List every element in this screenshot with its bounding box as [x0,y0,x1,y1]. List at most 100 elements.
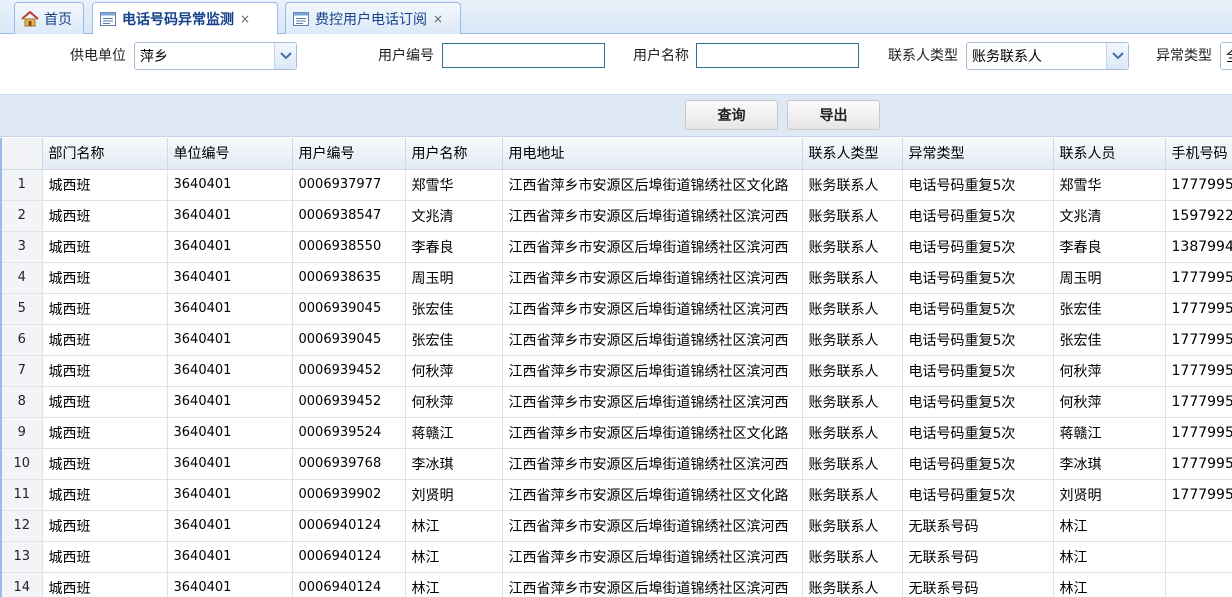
user-no-cell: 0006939045 [292,293,406,325]
form-icon [99,11,117,27]
row-number: 12 [2,510,43,542]
unit-no-cell: 3640401 [167,448,293,480]
unit-no-cell: 3640401 [167,200,293,232]
result-table: 部门名称 单位编号 用户编号 用户名称 用电地址 联系人类型 异常类型 联系人员… [2,138,1232,597]
result-grid: 部门名称 单位编号 用户编号 用户名称 用电地址 联系人类型 异常类型 联系人员… [0,138,1232,597]
user-no-label: 用户编号 [378,48,434,64]
row-number-header [2,138,43,170]
column-header[interactable]: 用户编号 [292,138,406,170]
tab-bar: 首页 电话号码异常监测 × 费控用户电话订阅 × [0,0,1232,35]
abnormal-type-cell: 电话号码重复5次 [902,448,1054,480]
table-row[interactable]: 7 城西班 3640401 0006939452 何秋萍 江西省萍乡市安源区后埠街道锦绣社… [2,355,1232,387]
abnormal-type-select[interactable]: 全 [1220,42,1232,70]
user-name-label: 用户名称 [633,48,689,64]
address-cell: 江西省萍乡市安源区后埠街道锦绣社区滨河西 [502,231,803,263]
column-header[interactable]: 联系人类型 [802,138,903,170]
user-no-cell: 0006940124 [292,541,406,573]
dept-name-cell: 城西班 [42,510,168,542]
dept-name-cell: 城西班 [42,572,168,597]
user-no-cell: 0006939902 [292,479,406,511]
contact-person-cell: 张宏佳 [1053,324,1166,356]
mobile-cell: 17779959 [1165,479,1232,511]
mobile-cell: 17779959 [1165,417,1232,449]
contact-type-cell: 账务联系人 [802,324,903,356]
table-row[interactable]: 14 城西班 3640401 0006940124 林江 江西省萍乡市安源区后埠街道锦绣社… [2,572,1232,597]
table-row[interactable]: 11 城西班 3640401 0006939902 刘贤明 江西省萍乡市安源区后埠街道锦绣… [2,479,1232,511]
mobile-cell: 17779959 [1165,355,1232,387]
table-row[interactable]: 1 城西班 3640401 0006937977 郑雪华 江西省萍乡市安源区后埠街道锦绣社… [2,169,1232,201]
address-cell: 江西省萍乡市安源区后埠街道锦绣社区文化路 [502,169,803,201]
mobile-cell [1165,510,1232,542]
user-name-cell: 周玉明 [405,262,503,294]
chevron-down-icon[interactable] [1106,43,1128,69]
table-row[interactable]: 5 城西班 3640401 0006939045 张宏佳 江西省萍乡市安源区后埠街道锦绣社… [2,293,1232,325]
row-number: 2 [2,200,43,232]
table-row[interactable]: 2 城西班 3640401 0006938547 文兆清 江西省萍乡市安源区后埠街道锦绣社… [2,200,1232,232]
close-icon[interactable]: × [433,12,443,26]
mobile-cell [1165,572,1232,597]
user-no-input[interactable] [442,43,605,68]
user-name-cell: 郑雪华 [405,169,503,201]
table-body: 1 城西班 3640401 0006937977 郑雪华 江西省萍乡市安源区后埠街道锦绣社… [2,169,1232,597]
contact-person-cell: 李冰琪 [1053,448,1166,480]
abnormal-type-cell: 电话号码重复5次 [902,262,1054,294]
contact-person-cell: 林江 [1053,510,1166,542]
row-number: 5 [2,293,43,325]
user-name-cell: 林江 [405,541,503,573]
table-row[interactable]: 3 城西班 3640401 0006938550 李春良 江西省萍乡市安源区后埠街道锦绣社… [2,231,1232,263]
column-header[interactable]: 部门名称 [42,138,168,170]
query-button[interactable]: 查询 [685,100,778,130]
dept-name-cell: 城西班 [42,386,168,418]
contact-type-cell: 账务联系人 [802,541,903,573]
user-name-cell: 李春良 [405,231,503,263]
unit-no-cell: 3640401 [167,386,293,418]
contact-type-cell: 账务联系人 [802,448,903,480]
contact-type-cell: 账务联系人 [802,169,903,201]
contact-person-cell: 文兆清 [1053,200,1166,232]
address-cell: 江西省萍乡市安源区后埠街道锦绣社区滨河西 [502,541,803,573]
mobile-cell: 17779959 [1165,293,1232,325]
table-row[interactable]: 6 城西班 3640401 0006939045 张宏佳 江西省萍乡市安源区后埠街道锦绣社… [2,324,1232,356]
dept-name-cell: 城西班 [42,417,168,449]
tab-phone-abnormal-monitor[interactable]: 电话号码异常监测 × [92,2,278,35]
close-icon[interactable]: × [240,12,250,26]
tab-home[interactable]: 首页 [14,2,84,34]
table-row[interactable]: 9 城西班 3640401 0006939524 蒋赣江 江西省萍乡市安源区后埠街道锦绣社… [2,417,1232,449]
export-button[interactable]: 导出 [787,100,880,130]
row-number: 13 [2,541,43,573]
column-header[interactable]: 单位编号 [167,138,293,170]
table-row[interactable]: 8 城西班 3640401 0006939452 何秋萍 江西省萍乡市安源区后埠街道锦绣社… [2,386,1232,418]
user-no-cell: 0006939768 [292,448,406,480]
table-row[interactable]: 4 城西班 3640401 0006938635 周玉明 江西省萍乡市安源区后埠街道锦绣社… [2,262,1232,294]
abnormal-type-cell: 无联系号码 [902,572,1054,597]
contact-person-cell: 郑雪华 [1053,169,1166,201]
unit-no-cell: 3640401 [167,417,293,449]
dept-name-cell: 城西班 [42,355,168,387]
address-cell: 江西省萍乡市安源区后埠街道锦绣社区滨河西 [502,355,803,387]
dept-name-cell: 城西班 [42,448,168,480]
abnormal-type-cell: 电话号码重复5次 [902,169,1054,201]
column-header[interactable]: 异常类型 [902,138,1054,170]
address-cell: 江西省萍乡市安源区后埠街道锦绣社区滨河西 [502,324,803,356]
column-header[interactable]: 用户名称 [405,138,503,170]
address-cell: 江西省萍乡市安源区后埠街道锦绣社区滨河西 [502,510,803,542]
abnormal-type-label: 异常类型 [1156,48,1212,64]
dept-name-cell: 城西班 [42,200,168,232]
user-name-input[interactable] [696,43,859,68]
table-row[interactable]: 10 城西班 3640401 0006939768 李冰琪 江西省萍乡市安源区后埠街道锦绣… [2,448,1232,480]
contact-type-cell: 账务联系人 [802,355,903,387]
column-header[interactable]: 用电地址 [502,138,803,170]
dept-name-cell: 城西班 [42,479,168,511]
supply-unit-select[interactable]: 萍乡 [134,42,297,70]
filter-panel: 供电单位 萍乡 用户编号 用户名称 联系人类型 账务联系人 异常类型 全 [0,34,1232,94]
column-header[interactable]: 手机号码 [1165,138,1232,170]
mobile-cell: 17779959 [1165,386,1232,418]
column-header[interactable]: 联系人员 [1053,138,1166,170]
tab-fee-control-subscribe[interactable]: 费控用户电话订阅 × [285,2,461,34]
address-cell: 江西省萍乡市安源区后埠街道锦绣社区滨河西 [502,293,803,325]
chevron-down-icon[interactable] [274,43,296,69]
user-no-cell: 0006937977 [292,169,406,201]
table-row[interactable]: 13 城西班 3640401 0006940124 林江 江西省萍乡市安源区后埠街道锦绣社… [2,541,1232,573]
contact-type-select[interactable]: 账务联系人 [966,42,1129,70]
table-row[interactable]: 12 城西班 3640401 0006940124 林江 江西省萍乡市安源区后埠街道锦绣社… [2,510,1232,542]
